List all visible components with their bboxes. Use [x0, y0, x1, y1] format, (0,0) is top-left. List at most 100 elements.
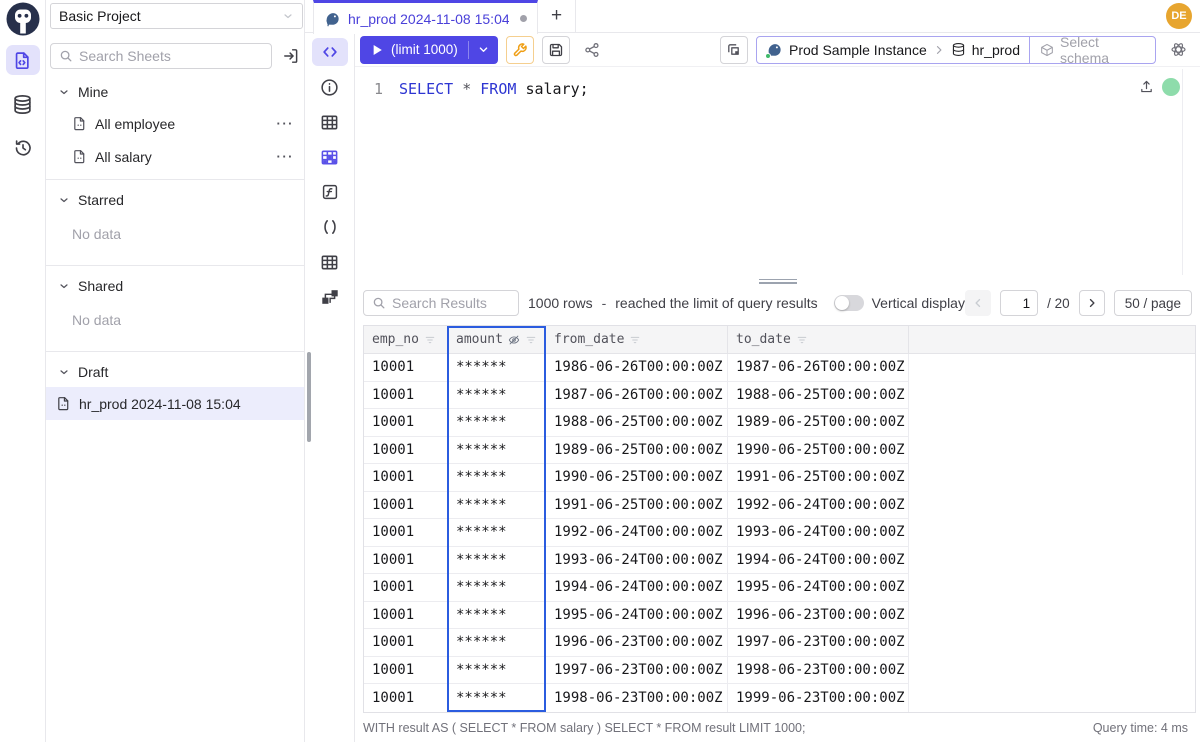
import-sheet-icon[interactable] — [282, 47, 300, 65]
batch-query-button[interactable] — [720, 36, 748, 64]
prev-page-button[interactable] — [965, 290, 991, 316]
cell-to-date[interactable]: 1993-06-24T00:00:00Z — [728, 519, 909, 547]
column-header-amount[interactable]: amount — [448, 326, 546, 353]
schema-select[interactable]: Select schema — [1029, 37, 1155, 63]
cell-amount[interactable]: ****** — [448, 602, 546, 630]
tab-hr-prod[interactable]: hr_prod 2024-11-08 15:04 — [313, 0, 538, 34]
section-mine[interactable]: Mine — [46, 77, 304, 107]
cell-to-date[interactable]: 1998-06-23T00:00:00Z — [728, 657, 909, 685]
cell-emp-no[interactable]: 10001 — [364, 519, 448, 547]
bytebase-logo[interactable] — [5, 1, 41, 37]
connection-breadcrumb[interactable]: Prod Sample Instance hr_prod — [757, 37, 1029, 63]
sort-icon[interactable] — [525, 334, 537, 346]
cell-to-date[interactable]: 1988-06-25T00:00:00Z — [728, 382, 909, 410]
cell-amount[interactable]: ****** — [448, 492, 546, 520]
cell-to-date[interactable]: 1987-06-26T00:00:00Z — [728, 354, 909, 382]
cell-emp-no[interactable]: 10001 — [364, 629, 448, 657]
cell-emp-no[interactable]: 10001 — [364, 657, 448, 685]
cell-from-date[interactable]: 1986-06-26T00:00:00Z — [546, 354, 728, 382]
format-sql-button[interactable] — [506, 36, 534, 64]
cell-amount[interactable]: ****** — [448, 437, 546, 465]
panel-resize-handle[interactable] — [355, 277, 1200, 285]
cell-to-date[interactable]: 1995-06-24T00:00:00Z — [728, 574, 909, 602]
save-sheet-button[interactable] — [542, 36, 570, 64]
cell-from-date[interactable]: 1990-06-25T00:00:00Z — [546, 464, 728, 492]
cell-emp-no[interactable]: 10001 — [364, 464, 448, 492]
run-button[interactable]: (limit 1000) — [360, 36, 498, 64]
sidebar-scrollbar[interactable] — [307, 352, 311, 442]
cell-from-date[interactable]: 1997-06-23T00:00:00Z — [546, 657, 728, 685]
cell-emp-no[interactable]: 10001 — [364, 409, 448, 437]
sort-icon[interactable] — [629, 334, 641, 346]
cell-emp-no[interactable]: 10001 — [364, 492, 448, 520]
cell-from-date[interactable]: 1995-06-24T00:00:00Z — [546, 602, 728, 630]
more-icon[interactable]: ··· — [277, 116, 295, 131]
cell-from-date[interactable]: 1988-06-25T00:00:00Z — [546, 409, 728, 437]
strip-schema-diagram-button[interactable] — [312, 283, 348, 311]
section-draft[interactable]: Draft — [46, 357, 304, 387]
ai-assistant-button[interactable] — [1164, 36, 1192, 64]
strip-code-button[interactable] — [312, 38, 348, 66]
cell-amount[interactable]: ****** — [448, 409, 546, 437]
sheet-search-box[interactable] — [50, 43, 272, 69]
cell-to-date[interactable]: 1989-06-25T00:00:00Z — [728, 409, 909, 437]
cell-emp-no[interactable]: 10001 — [364, 354, 448, 382]
cell-from-date[interactable]: 1993-06-24T00:00:00Z — [546, 547, 728, 575]
cell-amount[interactable]: ****** — [448, 574, 546, 602]
rail-history-button[interactable] — [6, 133, 40, 163]
cell-to-date[interactable]: 1999-06-23T00:00:00Z — [728, 684, 909, 712]
rail-worksheet-button[interactable] — [6, 45, 40, 75]
strip-info-button[interactable] — [312, 73, 348, 101]
cell-emp-no[interactable]: 10001 — [364, 602, 448, 630]
cell-emp-no[interactable]: 10001 — [364, 382, 448, 410]
cell-amount[interactable]: ****** — [448, 464, 546, 492]
project-select[interactable]: Basic Project — [50, 3, 303, 29]
cell-to-date[interactable]: 1992-06-24T00:00:00Z — [728, 492, 909, 520]
vertical-display-toggle[interactable] — [834, 295, 864, 311]
sort-icon[interactable] — [796, 334, 808, 346]
share-button[interactable] — [578, 36, 606, 64]
cell-amount[interactable]: ****** — [448, 382, 546, 410]
section-starred[interactable]: Starred — [46, 185, 304, 215]
page-number-input[interactable] — [1000, 290, 1038, 316]
cell-amount[interactable]: ****** — [448, 684, 546, 712]
cell-from-date[interactable]: 1996-06-23T00:00:00Z — [546, 629, 728, 657]
results-search-box[interactable] — [363, 290, 519, 316]
page-size-select[interactable]: 50 / page — [1114, 290, 1192, 316]
results-search-input[interactable] — [392, 295, 510, 311]
cell-amount[interactable]: ****** — [448, 657, 546, 685]
cell-from-date[interactable]: 1989-06-25T00:00:00Z — [546, 437, 728, 465]
user-avatar[interactable]: DE — [1166, 3, 1192, 29]
cell-amount[interactable]: ****** — [448, 629, 546, 657]
column-header-emp-no[interactable]: emp_no — [364, 326, 448, 353]
cell-to-date[interactable]: 1990-06-25T00:00:00Z — [728, 437, 909, 465]
more-icon[interactable]: ··· — [277, 149, 295, 164]
strip-masked-table-button[interactable] — [312, 143, 348, 171]
cell-amount[interactable]: ****** — [448, 519, 546, 547]
cell-emp-no[interactable]: 10001 — [364, 437, 448, 465]
cell-to-date[interactable]: 1991-06-25T00:00:00Z — [728, 464, 909, 492]
cell-from-date[interactable]: 1998-06-23T00:00:00Z — [546, 684, 728, 712]
sheet-item-all-salary[interactable]: All salary ··· — [46, 140, 304, 173]
run-options-caret[interactable] — [469, 36, 498, 64]
sheet-search-input[interactable] — [79, 48, 263, 64]
cell-from-date[interactable]: 1987-06-26T00:00:00Z — [546, 382, 728, 410]
strip-table2-button[interactable] — [312, 248, 348, 276]
cell-to-date[interactable]: 1997-06-23T00:00:00Z — [728, 629, 909, 657]
cell-to-date[interactable]: 1996-06-23T00:00:00Z — [728, 602, 909, 630]
next-page-button[interactable] — [1079, 290, 1105, 316]
cell-to-date[interactable]: 1994-06-24T00:00:00Z — [728, 547, 909, 575]
cell-from-date[interactable]: 1992-06-24T00:00:00Z — [546, 519, 728, 547]
cell-amount[interactable]: ****** — [448, 354, 546, 382]
section-shared[interactable]: Shared — [46, 271, 304, 301]
cell-emp-no[interactable]: 10001 — [364, 574, 448, 602]
sheet-item-draft[interactable]: hr_prod 2024-11-08 15:04 — [46, 387, 304, 420]
column-header-from-date[interactable]: from_date — [546, 326, 728, 353]
strip-table-button[interactable] — [312, 108, 348, 136]
cell-from-date[interactable]: 1991-06-25T00:00:00Z — [546, 492, 728, 520]
sort-icon[interactable] — [424, 334, 436, 346]
upload-sql-icon[interactable] — [1139, 79, 1154, 94]
cell-from-date[interactable]: 1994-06-24T00:00:00Z — [546, 574, 728, 602]
rail-databases-button[interactable] — [6, 89, 40, 119]
cell-emp-no[interactable]: 10001 — [364, 684, 448, 712]
